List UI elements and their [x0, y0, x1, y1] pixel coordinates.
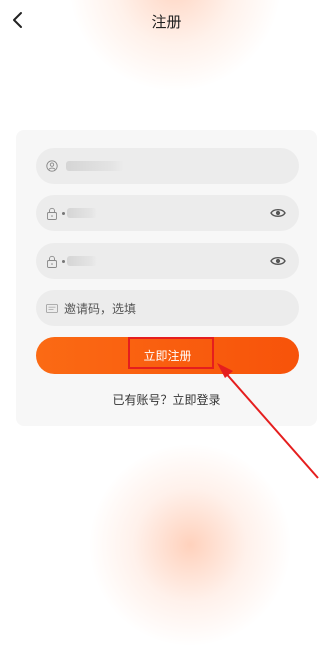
login-prompt: 已有账号？立即登录: [16, 391, 317, 408]
abc-icon: [46, 301, 58, 315]
username-field[interactable]: [36, 148, 299, 184]
top-bar: 注册: [0, 0, 333, 44]
lock-icon: [46, 206, 58, 220]
invite-code-field[interactable]: 邀请码，选填: [36, 290, 299, 326]
password-field[interactable]: [36, 195, 299, 231]
register-card: 邀请码，选填 立即注册 已有账号？立即登录: [16, 130, 317, 426]
page-title: 注册: [151, 14, 182, 31]
register-button[interactable]: 立即注册: [36, 337, 299, 374]
confirm-password-field[interactable]: [36, 243, 299, 279]
confirm-password-dot: [62, 259, 65, 263]
eye-icon[interactable]: [269, 206, 287, 220]
background-glow-bottom: [90, 445, 290, 645]
lock-icon: [46, 254, 58, 268]
user-icon: [46, 159, 58, 173]
confirm-password-masked-value: [67, 256, 97, 266]
password-masked-value: [67, 208, 97, 218]
login-prompt-text: 已有账号？: [112, 393, 173, 407]
login-link[interactable]: 立即登录: [173, 393, 221, 407]
invite-code-placeholder: 邀请码，选填: [64, 301, 137, 316]
username-masked-value: [66, 161, 124, 171]
register-button-label: 立即注册: [143, 349, 192, 363]
password-dot: [62, 211, 65, 215]
eye-icon[interactable]: [269, 254, 287, 268]
